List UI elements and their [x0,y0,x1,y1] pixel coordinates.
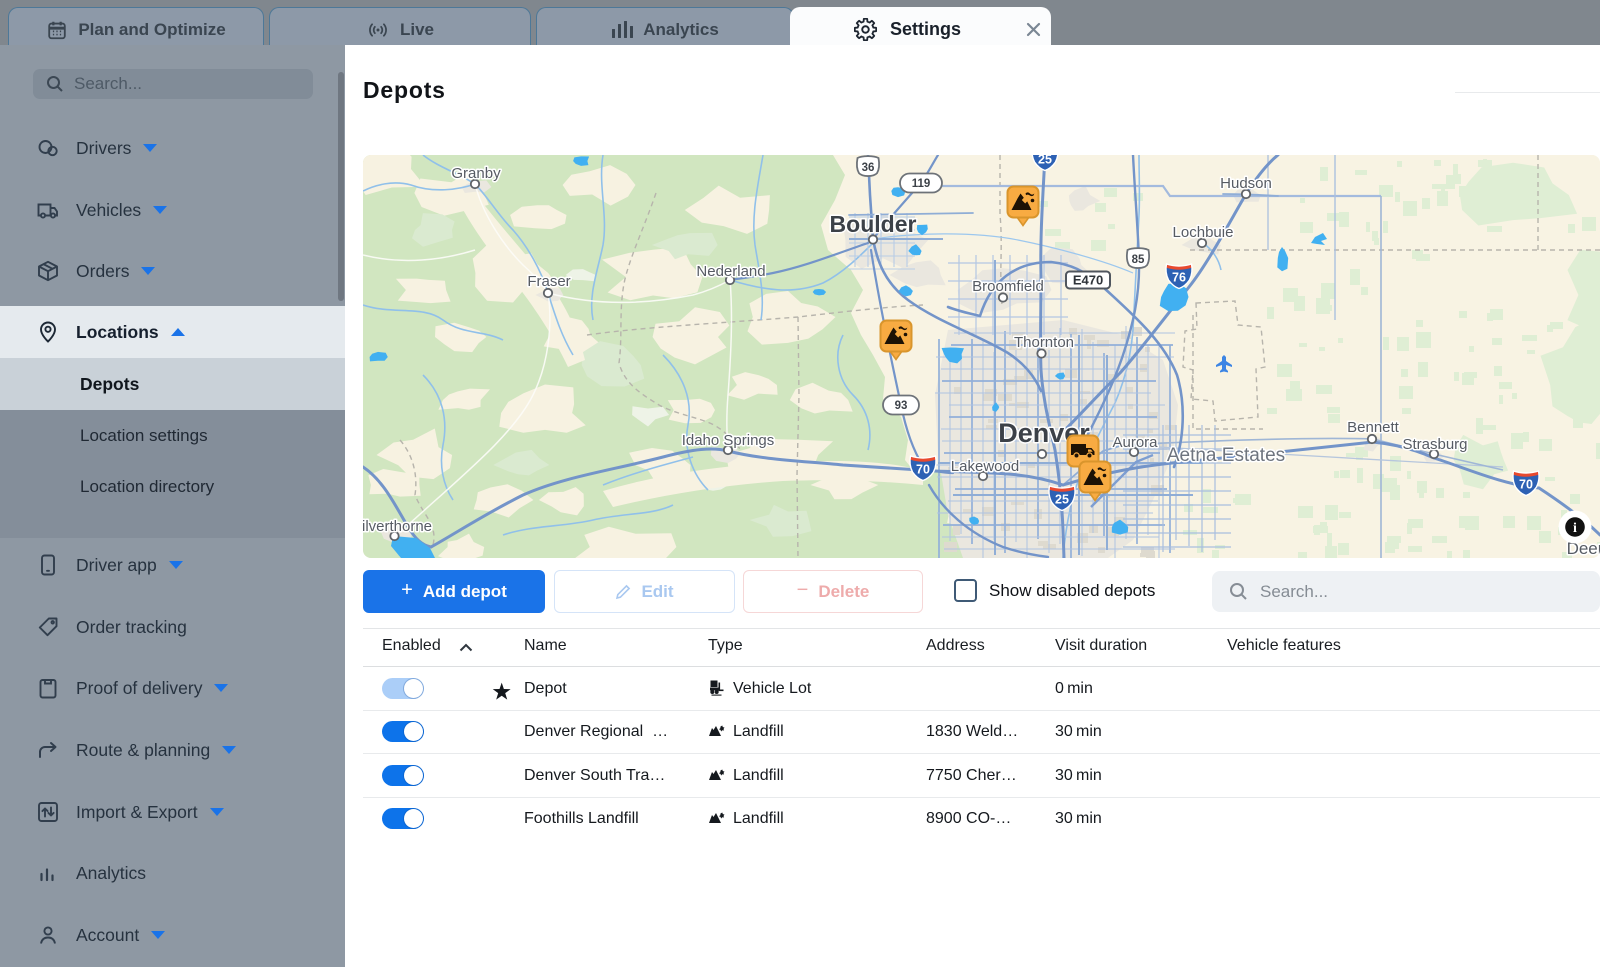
svg-text:Bennett: Bennett [1347,419,1400,436]
svg-text:70: 70 [916,463,930,477]
svg-text:Strasburg: Strasburg [1402,436,1467,453]
svg-text:E470: E470 [1073,273,1103,288]
svg-text:Aetna Estates: Aetna Estates [1167,445,1285,466]
svg-text:Hudson: Hudson [1220,175,1272,192]
svg-text:Nederland: Nederland [696,263,765,280]
svg-text:Lakewood: Lakewood [951,458,1019,475]
svg-text:Thornton: Thornton [1014,334,1074,351]
svg-text:Boulder: Boulder [830,211,917,237]
svg-text:Aurora: Aurora [1112,434,1158,451]
svg-text:85: 85 [1132,254,1145,266]
svg-text:Fraser: Fraser [527,273,570,290]
svg-text:70: 70 [1519,478,1533,492]
svg-text:25: 25 [1055,493,1069,507]
svg-text:76: 76 [1172,271,1186,285]
svg-text:Silverthorne: Silverthorne [363,518,432,535]
svg-text:i: i [1573,521,1577,536]
svg-text:Lochbuie: Lochbuie [1173,224,1234,241]
svg-text:Broomfield: Broomfield [972,278,1044,295]
svg-text:93: 93 [895,400,908,412]
svg-text:25: 25 [1038,155,1052,167]
svg-text:Idaho Springs: Idaho Springs [682,432,775,449]
svg-text:36: 36 [862,162,875,174]
svg-text:119: 119 [912,178,931,190]
svg-text:Granby: Granby [451,165,501,182]
